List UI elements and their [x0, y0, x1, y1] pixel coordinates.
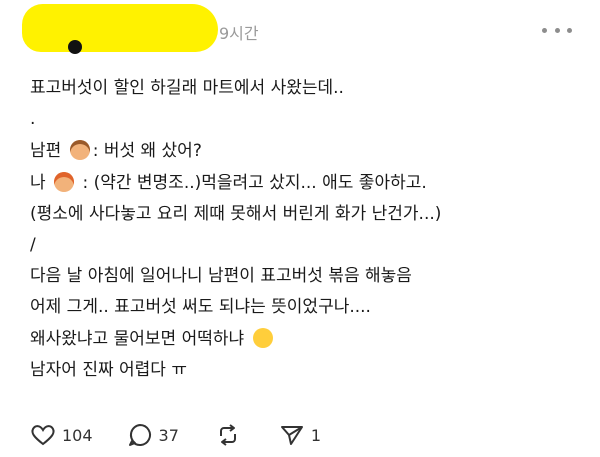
woman-emoji-icon [54, 172, 75, 192]
man-emoji-icon [69, 140, 90, 160]
post-line: / [30, 235, 36, 255]
post-line: 왜사왔냐고 물어보면 어떡하냐 [30, 328, 590, 350]
avatar[interactable] [68, 40, 82, 54]
share-button[interactable]: 1 [279, 422, 321, 448]
share-count: 1 [310, 425, 322, 445]
post-line: 남편 : 버섯 왜 샀어? [30, 140, 590, 162]
repost-icon [215, 422, 241, 448]
action-bar: 104 37 1 [30, 420, 321, 450]
post-line: . [30, 109, 36, 129]
post-line: (평소에 사다놓고 요리 제때 못해서 버린게 화가 난건가...) [30, 204, 442, 224]
like-button[interactable]: 104 [30, 423, 93, 447]
post-line: 나 : (약간 변명조..)먹을려고 샀지... 애도 좋아하고. [30, 172, 590, 194]
like-count: 104 [62, 425, 93, 445]
comment-button[interactable]: 37 [127, 422, 179, 448]
post-line-text: 나 [30, 173, 52, 193]
post-line-text: : (약간 변명조..)먹을려고 샀지... 애도 좋아하고. [77, 173, 427, 193]
post-line-text: : 버섯 왜 샀어? [92, 141, 202, 161]
post-line: 표고버섯이 할인 하길래 마트에서 사왔는데.. [30, 78, 344, 98]
post-time: 9시간 [219, 24, 259, 43]
comment-count: 37 [158, 425, 179, 445]
post-header: 9시간 [0, 0, 600, 60]
post-line: 다음 날 아침에 일어나니 남편이 표고버섯 볶음 해놓음 [30, 266, 412, 286]
send-icon [279, 422, 305, 448]
comment-icon [127, 422, 153, 448]
post-body: 표고버섯이 할인 하길래 마트에서 사왔는데.. . 남편 : 버섯 왜 샀어?… [30, 78, 590, 381]
repost-button[interactable] [215, 422, 241, 448]
heart-icon [30, 423, 56, 447]
redacted-username [22, 4, 218, 52]
post-line: 남자어 진짜 어렵다 ㅠ [30, 360, 187, 380]
post-line-text: 왜사왔냐고 물어보면 어떡하냐 [30, 329, 250, 349]
more-icon[interactable] [542, 22, 572, 38]
post-line: 어제 그게.. 표고버섯 써도 되냐는 뜻이었구나.... [30, 297, 371, 317]
post-line-text: 남편 [30, 141, 67, 161]
laughing-emoji-icon [252, 328, 273, 348]
